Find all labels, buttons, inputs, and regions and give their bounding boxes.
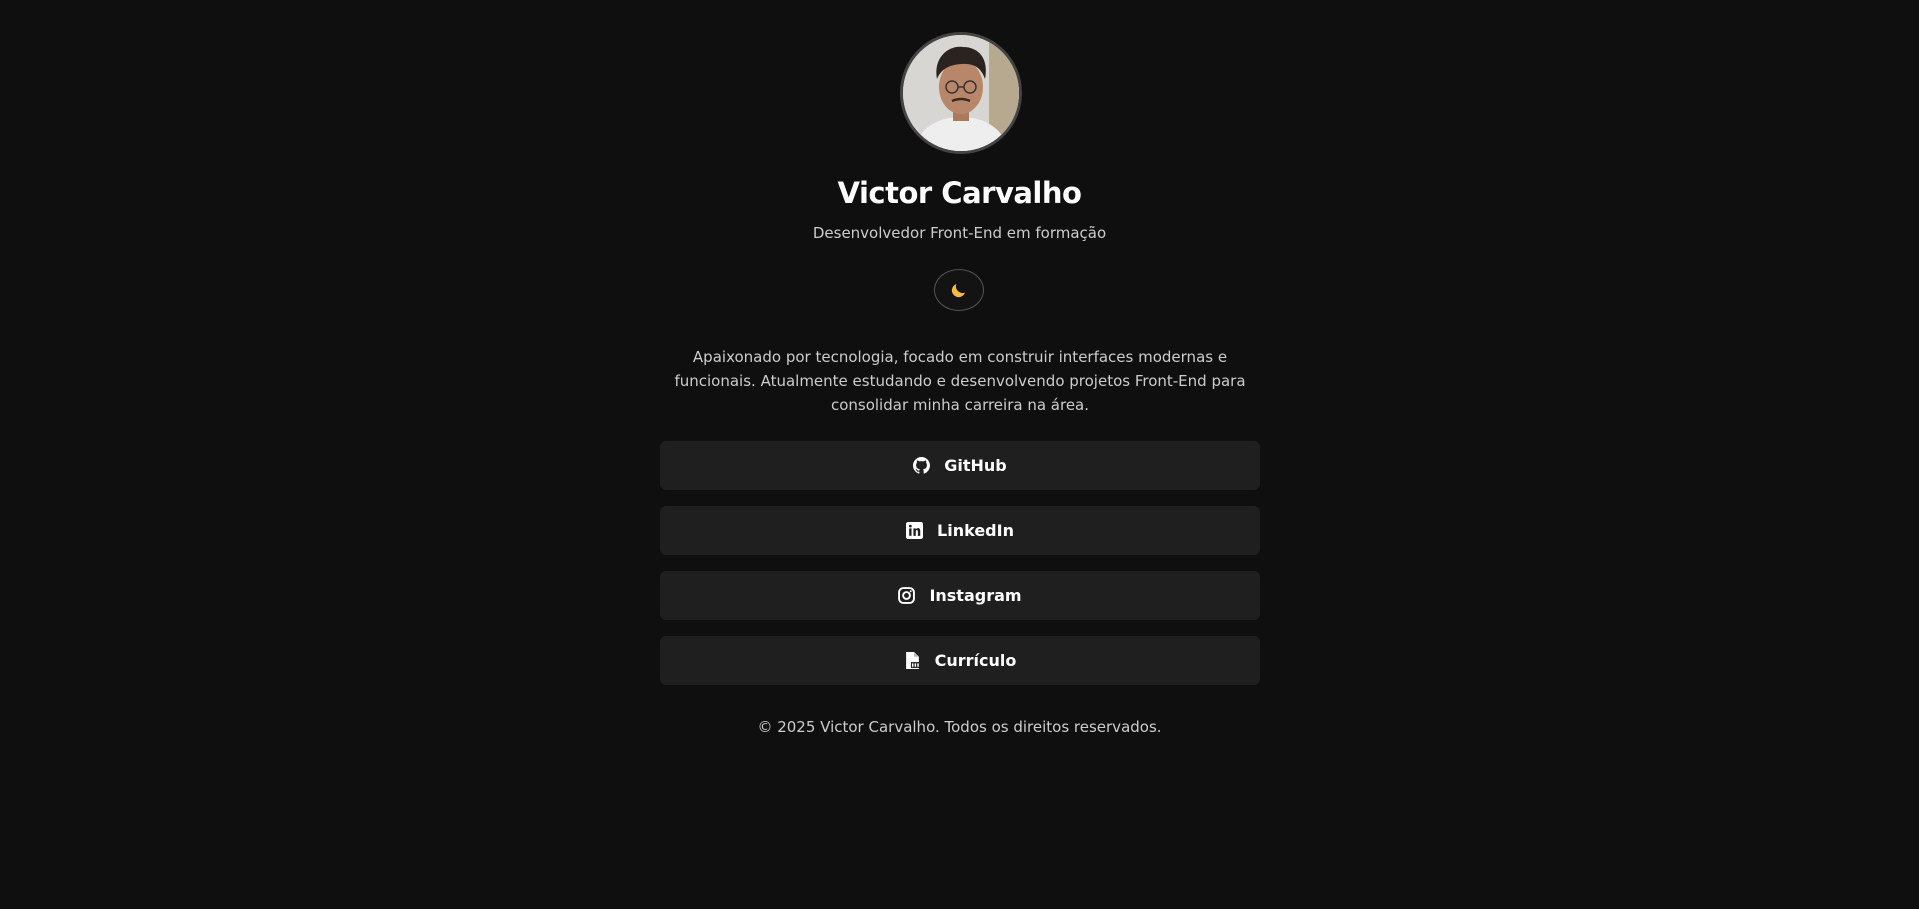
moon-icon [951,284,965,298]
profile-page: Victor Carvalho Desenvolvedor Front-End … [0,0,1919,909]
avatar [900,32,1022,154]
linkedin-button[interactable]: LinkedIn [660,506,1260,555]
links-list: GitHub LinkedIn Instagram Currículo [660,441,1260,701]
linkedin-icon [906,522,924,539]
profile-name: Victor Carvalho [837,176,1082,210]
github-icon [913,457,931,474]
pdf-file-icon [904,652,921,669]
instagram-label: Instagram [929,586,1022,605]
instagram-icon [898,587,916,604]
curriculo-label: Currículo [934,651,1017,670]
github-button[interactable]: GitHub [660,441,1260,490]
footer-copyright: © 2025 Victor Carvalho. Todos os direito… [757,718,1162,736]
github-label: GitHub [944,456,1007,475]
linkedin-label: LinkedIn [937,521,1014,540]
instagram-button[interactable]: Instagram [660,571,1260,620]
theme-toggle-button[interactable] [934,269,984,311]
curriculo-button[interactable]: Currículo [660,636,1260,685]
profile-role: Desenvolvedor Front-End em formação [812,224,1107,242]
profile-photo [903,35,1019,151]
bio-text: Apaixonado por tecnologia, focado em con… [674,348,1246,414]
